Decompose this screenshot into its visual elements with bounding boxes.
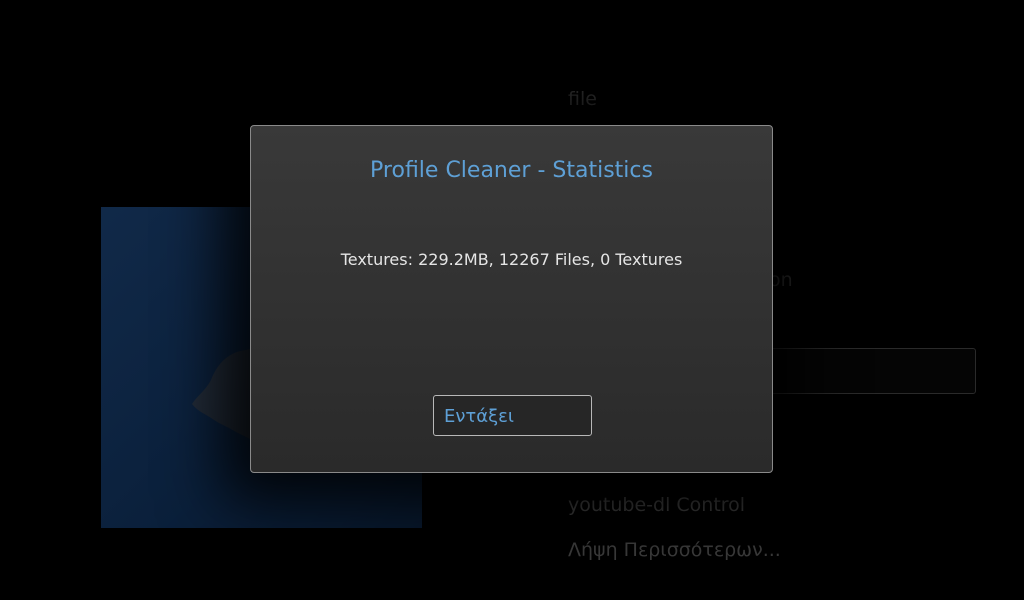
- list-item-label: file: [568, 88, 597, 110]
- ok-button[interactable]: Εντάξει: [433, 395, 592, 436]
- statistics-dialog: Profile Cleaner - Statistics Textures: 2…: [250, 125, 773, 473]
- dialog-message: Textures: 229.2MB, 12267 Files, 0 Textur…: [340, 250, 683, 269]
- selected-item-highlight[interactable]: [746, 348, 976, 394]
- list-item[interactable]: youtube-dl Control: [568, 494, 745, 516]
- list-item[interactable]: Λήψη Περισσότερων...: [568, 539, 781, 561]
- list-item-label: Λήψη Περισσότερων...: [568, 539, 781, 561]
- list-item-label: youtube-dl Control: [568, 494, 746, 516]
- ok-button-label: Εντάξει: [444, 406, 514, 427]
- dialog-title: Profile Cleaner - Statistics: [370, 158, 653, 183]
- screen: file on youtube-dl Control Λήψη Περισσότ…: [0, 0, 1024, 600]
- list-item[interactable]: file: [568, 88, 597, 110]
